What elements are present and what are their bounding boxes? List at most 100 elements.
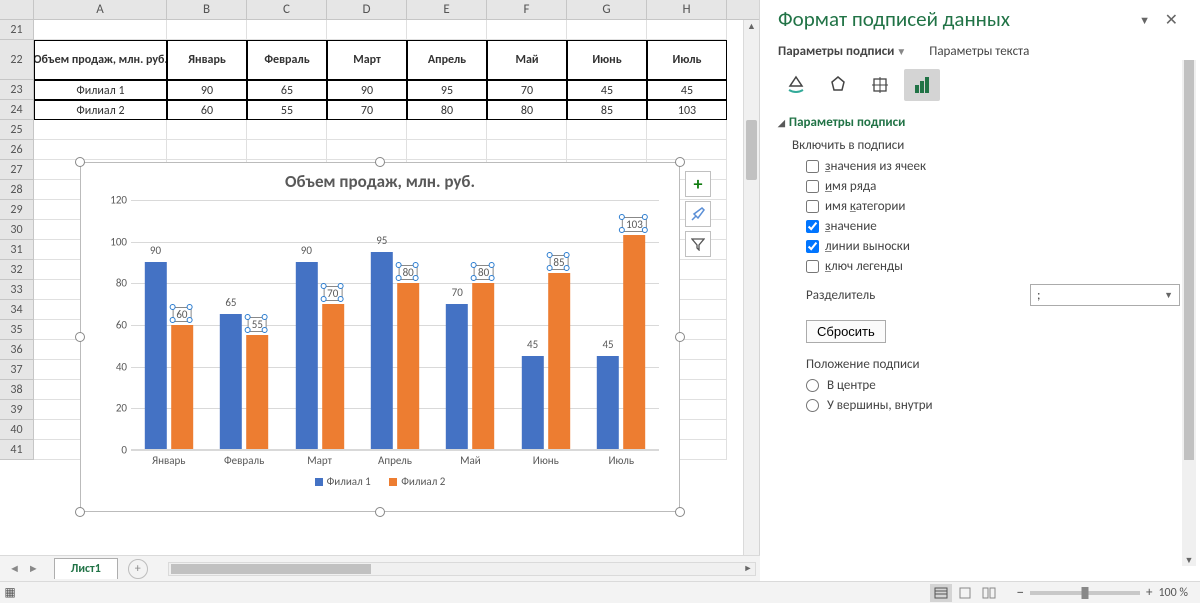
cell-H26[interactable]: [647, 140, 727, 160]
cell-G25[interactable]: [567, 120, 647, 140]
cell-C24[interactable]: 55: [247, 100, 327, 120]
separator-dropdown[interactable]: ;▼: [1030, 284, 1180, 306]
chart-plot-area[interactable]: 0204060801001209060655590709580708045854…: [131, 200, 659, 450]
data-label[interactable]: 85: [549, 255, 568, 270]
row-header-40[interactable]: 40: [0, 420, 34, 440]
row-header-41[interactable]: 41: [0, 440, 34, 460]
data-label[interactable]: 80: [399, 265, 418, 280]
resize-handle[interactable]: [375, 157, 385, 167]
cell-D23[interactable]: 90: [327, 80, 407, 100]
col-header-A[interactable]: A: [34, 0, 167, 19]
cell-D26[interactable]: [327, 140, 407, 160]
row-header-26[interactable]: 26: [0, 140, 34, 160]
cell-D25[interactable]: [327, 120, 407, 140]
cell-B23[interactable]: 90: [167, 80, 247, 100]
cell-G22[interactable]: Июнь: [567, 40, 647, 80]
data-label[interactable]: 90: [301, 244, 312, 257]
row-header-25[interactable]: 25: [0, 120, 34, 140]
cell-D24[interactable]: 70: [327, 100, 407, 120]
cell-F25[interactable]: [487, 120, 567, 140]
cell-C26[interactable]: [247, 140, 327, 160]
zoom-out-button[interactable]: −: [1016, 584, 1023, 602]
checkbox-category-name[interactable]: имя категории: [806, 199, 1180, 214]
cell-B25[interactable]: [167, 120, 247, 140]
cell-F24[interactable]: 80: [487, 100, 567, 120]
cell-C22[interactable]: Февраль: [247, 40, 327, 80]
cell-E22[interactable]: Апрель: [407, 40, 487, 80]
cell-G21[interactable]: [567, 20, 647, 40]
vertical-scrollbar[interactable]: ▲ ▼: [743, 20, 759, 570]
cell-H22[interactable]: Июль: [647, 40, 727, 80]
col-header-H[interactable]: H: [647, 0, 727, 19]
data-label[interactable]: 70: [323, 286, 342, 301]
row-header-22[interactable]: 22: [0, 40, 34, 80]
data-label[interactable]: 95: [376, 234, 387, 247]
tab-label-options[interactable]: Параметры подписи▼: [778, 44, 906, 59]
col-header-C[interactable]: C: [247, 0, 327, 19]
cell-E23[interactable]: 95: [407, 80, 487, 100]
cell-D21[interactable]: [327, 20, 407, 40]
cell-A23[interactable]: Филиал 1: [34, 80, 167, 100]
data-label[interactable]: 103: [622, 217, 647, 232]
cell-E25[interactable]: [407, 120, 487, 140]
cell-A26[interactable]: [34, 140, 167, 160]
pane-options-dropdown-icon[interactable]: ▼: [1139, 14, 1150, 27]
row-header-23[interactable]: 23: [0, 80, 34, 100]
row-header-33[interactable]: 33: [0, 280, 34, 300]
view-page-layout-icon[interactable]: [954, 584, 976, 602]
sheet-nav[interactable]: ◄►: [0, 560, 48, 577]
row-header-35[interactable]: 35: [0, 320, 34, 340]
row-header-38[interactable]: 38: [0, 380, 34, 400]
data-label[interactable]: 45: [527, 338, 538, 351]
reset-button[interactable]: Сбросить: [806, 320, 886, 343]
sheet-tab-1[interactable]: Лист1: [54, 558, 118, 579]
view-page-break-icon[interactable]: [978, 584, 1000, 602]
cell-C25[interactable]: [247, 120, 327, 140]
data-label[interactable]: 70: [452, 286, 463, 299]
zoom-slider[interactable]: [1030, 591, 1140, 595]
cell-H25[interactable]: [647, 120, 727, 140]
chart-add-element-button[interactable]: +: [685, 171, 711, 197]
chart-title[interactable]: Объем продаж, млн. руб.: [81, 163, 679, 196]
cell-E24[interactable]: 80: [407, 100, 487, 120]
panel-scrollbar[interactable]: ▼: [1182, 60, 1196, 566]
cell-B22[interactable]: Январь: [167, 40, 247, 80]
row-header-27[interactable]: 27: [0, 160, 34, 180]
cell-F22[interactable]: Май: [487, 40, 567, 80]
col-header-G[interactable]: G: [567, 0, 647, 19]
checkbox-values-from-cells[interactable]: значения из ячеек: [806, 159, 1180, 174]
radio-inside-end[interactable]: У вершины, внутри: [806, 398, 1180, 413]
cell-G24[interactable]: 85: [567, 100, 647, 120]
row-header-21[interactable]: 21: [0, 20, 34, 40]
resize-handle[interactable]: [75, 157, 85, 167]
row-header-29[interactable]: 29: [0, 200, 34, 220]
cell-F23[interactable]: 70: [487, 80, 567, 100]
effects-icon[interactable]: [820, 69, 856, 101]
cell-H23[interactable]: 45: [647, 80, 727, 100]
row-header-34[interactable]: 34: [0, 300, 34, 320]
row-header-32[interactable]: 32: [0, 260, 34, 280]
tab-text-options[interactable]: Параметры текста: [929, 44, 1029, 59]
label-options-icon[interactable]: [904, 69, 940, 101]
resize-handle[interactable]: [675, 332, 685, 342]
cell-E21[interactable]: [407, 20, 487, 40]
resize-handle[interactable]: [675, 507, 685, 517]
row-header-36[interactable]: 36: [0, 340, 34, 360]
zoom-in-button[interactable]: +: [1146, 585, 1152, 600]
cell-G26[interactable]: [567, 140, 647, 160]
cell-C21[interactable]: [247, 20, 327, 40]
section-label-options[interactable]: Параметры подписи: [778, 115, 1180, 130]
resize-handle[interactable]: [75, 507, 85, 517]
data-label[interactable]: 55: [248, 317, 267, 332]
cell-B21[interactable]: [167, 20, 247, 40]
zoom-value[interactable]: 100 %: [1158, 586, 1188, 600]
cell-D22[interactable]: Март: [327, 40, 407, 80]
checkbox-series-name[interactable]: имя ряда: [806, 179, 1180, 194]
cell-F26[interactable]: [487, 140, 567, 160]
col-header-B[interactable]: B: [167, 0, 247, 19]
data-label[interactable]: 60: [172, 307, 191, 322]
add-sheet-button[interactable]: +: [128, 559, 148, 579]
checkbox-legend-key[interactable]: ключ легенды: [806, 259, 1180, 274]
cell-C23[interactable]: 65: [247, 80, 327, 100]
cell-E26[interactable]: [407, 140, 487, 160]
